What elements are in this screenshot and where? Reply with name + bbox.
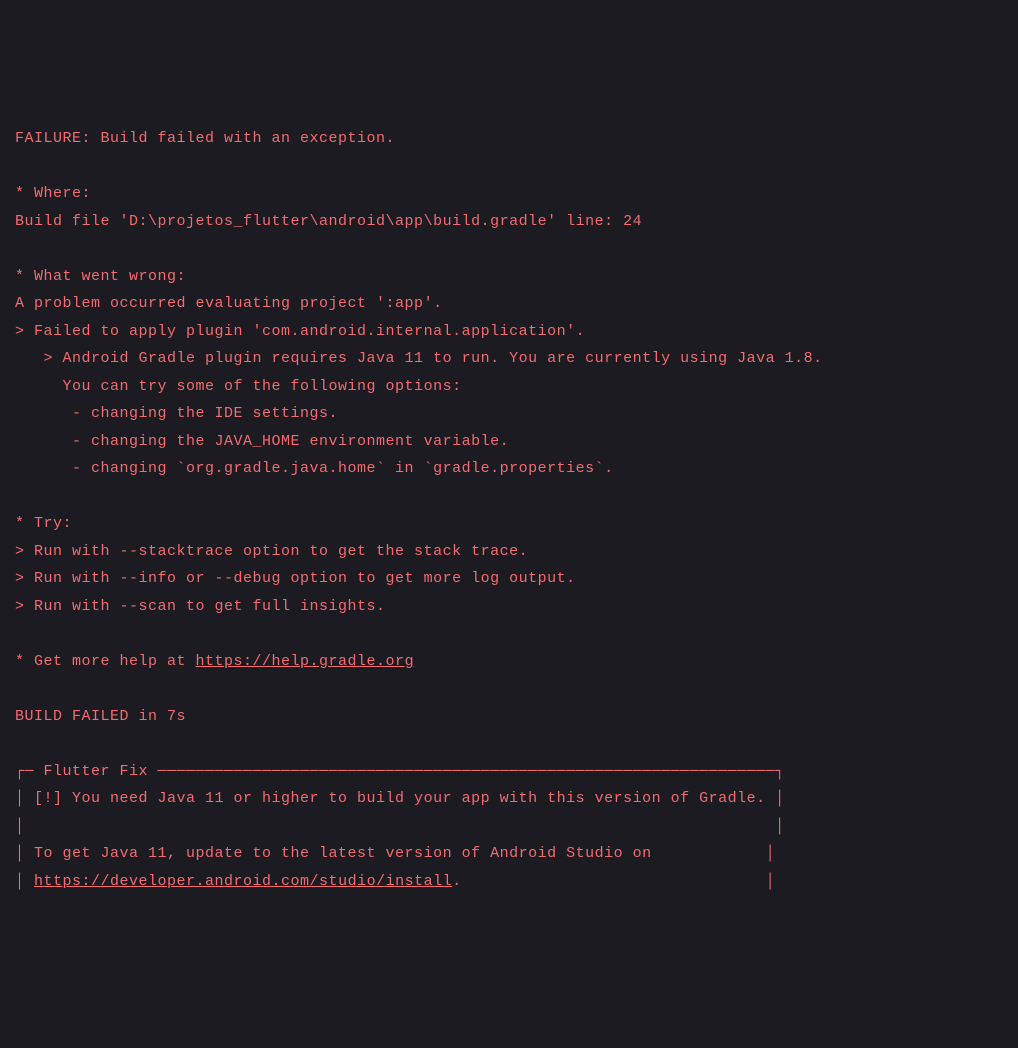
terminal-output: FAILURE: Build failed with an exception.… bbox=[15, 125, 1003, 895]
fix-line-suffix: . │ bbox=[452, 873, 775, 890]
flutter-fix-line: │ https://developer.android.com/studio/i… bbox=[15, 868, 1003, 896]
blank-line bbox=[15, 153, 1003, 181]
blank-line bbox=[15, 620, 1003, 648]
build-failed-line: BUILD FAILED in 7s bbox=[15, 703, 1003, 731]
android-studio-link[interactable]: https://developer.android.com/studio/ins… bbox=[34, 873, 452, 890]
wrong-header: * What went wrong: bbox=[15, 263, 1003, 291]
gradle-help-link[interactable]: https://help.gradle.org bbox=[196, 653, 415, 670]
help-prefix: * Get more help at bbox=[15, 653, 196, 670]
where-header: * Where: bbox=[15, 180, 1003, 208]
failure-header: FAILURE: Build failed with an exception. bbox=[15, 125, 1003, 153]
flutter-fix-line: │ │ bbox=[15, 813, 1003, 841]
error-line: You can try some of the following option… bbox=[15, 373, 1003, 401]
try-header: * Try: bbox=[15, 510, 1003, 538]
blank-line bbox=[15, 483, 1003, 511]
error-line: - changing `org.gradle.java.home` in `gr… bbox=[15, 455, 1003, 483]
error-line: A problem occurred evaluating project ':… bbox=[15, 290, 1003, 318]
try-line: > Run with --scan to get full insights. bbox=[15, 593, 1003, 621]
help-line: * Get more help at https://help.gradle.o… bbox=[15, 648, 1003, 676]
try-line: > Run with --stacktrace option to get th… bbox=[15, 538, 1003, 566]
error-line: > Android Gradle plugin requires Java 11… bbox=[15, 345, 1003, 373]
error-line: - changing the JAVA_HOME environment var… bbox=[15, 428, 1003, 456]
flutter-fix-line: │ [!] You need Java 11 or higher to buil… bbox=[15, 785, 1003, 813]
error-line: > Failed to apply plugin 'com.android.in… bbox=[15, 318, 1003, 346]
blank-line bbox=[15, 675, 1003, 703]
blank-line bbox=[15, 235, 1003, 263]
error-line: - changing the IDE settings. bbox=[15, 400, 1003, 428]
flutter-fix-line: │ To get Java 11, update to the latest v… bbox=[15, 840, 1003, 868]
flutter-fix-border-top: ┌─ Flutter Fix ─────────────────────────… bbox=[15, 758, 1003, 786]
fix-line-prefix: │ bbox=[15, 873, 34, 890]
where-detail: Build file 'D:\projetos_flutter\android\… bbox=[15, 208, 1003, 236]
blank-line bbox=[15, 730, 1003, 758]
try-line: > Run with --info or --debug option to g… bbox=[15, 565, 1003, 593]
